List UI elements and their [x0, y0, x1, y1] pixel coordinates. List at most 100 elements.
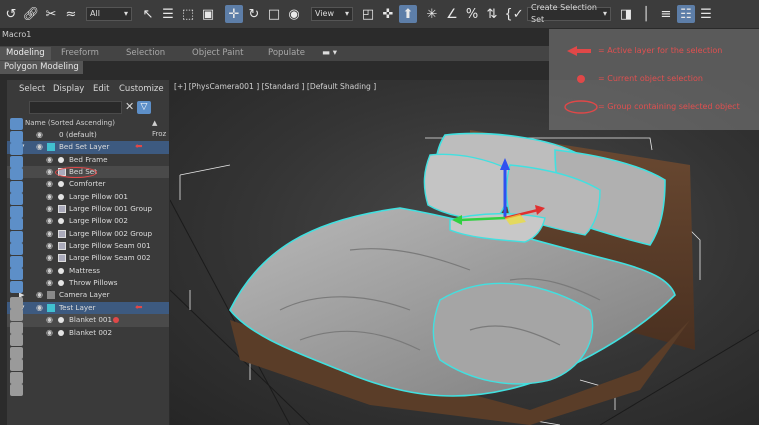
lock-icon[interactable] [10, 334, 23, 346]
menu-edit[interactable]: Edit [93, 84, 109, 94]
visibility-eye-icon[interactable]: ◉ [36, 289, 43, 301]
unlink-icon[interactable]: ✂ [42, 5, 60, 23]
visibility-eye-icon[interactable]: ◉ [46, 265, 53, 277]
name-column-header[interactable]: Name (Sorted Ascending) [25, 119, 115, 127]
sort-icon[interactable] [10, 309, 23, 321]
object-row[interactable]: ◉ Mattress [7, 265, 169, 277]
object-row[interactable]: ◉ Large Pillow 002 [7, 215, 169, 227]
perspective-viewport[interactable]: [+] [PhysCamera001 ] [Standard ] [Defaul… [170, 80, 759, 425]
display-groups-icon[interactable] [10, 193, 23, 205]
layer-row[interactable]: ▶ ◉ Camera Layer [7, 289, 169, 301]
select-object-icon[interactable]: ↖ [139, 5, 157, 23]
link-icon[interactable]: 🔗︎ [22, 5, 40, 23]
display-geometry-icon[interactable] [10, 118, 23, 130]
layer-manager-icon[interactable] [10, 321, 23, 334]
subtab-polygon-modeling[interactable]: Polygon Modeling [0, 61, 83, 74]
display-shapes-icon[interactable] [10, 130, 23, 143]
selection-filter-dropdown[interactable]: All ▾ [86, 7, 132, 21]
tab-object-paint[interactable]: Object Paint [192, 48, 243, 58]
menu-customize[interactable]: Customize [119, 84, 164, 94]
object-row[interactable]: ◉ Large Pillow Seam 002 [7, 252, 169, 264]
edit-named-sets-icon[interactable]: {✓ [504, 5, 523, 23]
object-row[interactable]: ◉ Throw Pillows [7, 277, 169, 289]
object-row[interactable]: ◉ Bed Set [7, 166, 169, 179]
display-xrefs-icon[interactable] [10, 205, 23, 218]
visibility-eye-icon[interactable]: ◉ [46, 228, 53, 240]
tab-populate[interactable]: Populate [268, 48, 305, 58]
layer-row[interactable]: ▼◉Test Layer⬅ [7, 301, 169, 315]
place-icon[interactable]: ◉ [285, 5, 303, 23]
visibility-eye-icon[interactable]: ◉ [46, 203, 53, 215]
percent-snap-icon[interactable]: % [463, 5, 481, 23]
ribbon-options-icon[interactable]: ▬ ▾ [322, 48, 337, 58]
display-all-icon[interactable] [10, 268, 23, 280]
settings-icon[interactable] [10, 384, 23, 396]
invert-icon[interactable] [10, 296, 23, 309]
rect-selection-icon[interactable]: ⬚ [179, 5, 197, 23]
tab-freeform[interactable]: Freeform [61, 48, 99, 58]
display-frozen-icon[interactable] [10, 243, 23, 255]
display-spacewarps-icon[interactable] [10, 180, 23, 193]
filter-icon[interactable] [10, 359, 23, 371]
object-row[interactable]: ◉ Large Pillow 001 [7, 191, 169, 203]
layer-row[interactable]: ◉ 0 (default) [7, 129, 169, 141]
clear-search-icon[interactable]: ✕ [125, 100, 134, 113]
object-row[interactable]: ◉ Blanket 001 [7, 314, 169, 327]
display-hidden-icon[interactable] [10, 255, 23, 268]
toggle-layer-explorer-icon[interactable]: ☷ [677, 5, 695, 23]
spinner-snap-icon[interactable]: ⇅ [483, 5, 501, 23]
object-row[interactable]: ◉ Large Pillow Seam 001 [7, 240, 169, 252]
visibility-eye-icon[interactable]: ◉ [46, 178, 53, 190]
visibility-eye-icon[interactable]: ◉ [46, 327, 53, 339]
move-icon[interactable]: ✛ [225, 5, 243, 23]
visibility-eye-icon[interactable]: ◉ [46, 314, 53, 326]
visibility-eye-icon[interactable]: ◉ [46, 277, 53, 289]
display-cameras-icon[interactable] [10, 155, 23, 168]
visibility-eye-icon[interactable]: ◉ [46, 166, 53, 178]
visibility-eye-icon[interactable]: ◉ [36, 302, 43, 314]
tab-selection[interactable]: Selection [126, 48, 165, 58]
object-row[interactable]: ◉ Large Pillow 002 Group [7, 228, 169, 240]
scale-icon[interactable]: □ [265, 5, 283, 23]
object-row[interactable]: ◉ Large Pillow 001 Group [7, 203, 169, 215]
object-row[interactable]: ◉ Bed Frame [7, 154, 169, 166]
menu-select[interactable]: Select [19, 84, 45, 94]
object-row[interactable]: ◉ Blanket 002 [7, 327, 169, 339]
bind-spacewarp-icon[interactable]: ≈ [62, 5, 80, 23]
visibility-eye-icon[interactable]: ◉ [46, 240, 53, 252]
angle-snap-icon[interactable]: ∠ [443, 5, 461, 23]
toggle-scene-explorer-icon[interactable]: ≡ [657, 5, 675, 23]
reference-coord-dropdown[interactable]: View ▾ [311, 7, 353, 21]
search-input[interactable] [29, 101, 122, 114]
display-containers-icon[interactable] [10, 230, 23, 243]
rotate-icon[interactable]: ↻ [245, 5, 263, 23]
display-bones-icon[interactable] [10, 218, 23, 230]
visibility-eye-icon[interactable]: ◉ [46, 154, 53, 166]
column-header[interactable]: Name (Sorted Ascending) ▲ Froz [25, 118, 169, 138]
visibility-eye-icon[interactable]: ◉ [36, 129, 43, 141]
select-by-name-icon[interactable]: ☰ [159, 5, 177, 23]
undo-icon[interactable]: ↺ [2, 5, 20, 23]
layer-row[interactable]: ▼◉Bed Set Layer⬅ [7, 141, 169, 154]
align-icon[interactable]: │ [637, 5, 655, 23]
find-icon[interactable] [10, 346, 23, 359]
object-row[interactable]: ◉ Comforter [7, 178, 169, 190]
display-none-icon[interactable] [10, 280, 23, 293]
pivot-icon[interactable]: ◰ [359, 5, 377, 23]
snaps-icon[interactable]: ✳ [423, 5, 441, 23]
window-crossing-icon[interactable]: ▣ [199, 5, 217, 23]
display-helpers-icon[interactable] [10, 168, 23, 180]
visibility-eye-icon[interactable]: ◉ [46, 191, 53, 203]
select-manipulate-icon[interactable]: ✜ [379, 5, 397, 23]
mirror-icon[interactable]: ◨ [617, 5, 635, 23]
keyboard-shortcut-icon[interactable]: ⬆ [399, 5, 417, 23]
visibility-eye-icon[interactable]: ◉ [36, 141, 43, 153]
display-lights-icon[interactable] [10, 143, 23, 155]
menu-display[interactable]: Display [53, 84, 84, 94]
filter-icon[interactable]: ▽ [137, 101, 151, 114]
list-icon[interactable]: ☰ [697, 5, 715, 23]
options-icon[interactable] [10, 371, 23, 384]
visibility-eye-icon[interactable]: ◉ [46, 252, 53, 264]
visibility-eye-icon[interactable]: ◉ [46, 215, 53, 227]
named-selection-dropdown[interactable]: Create Selection Set ▾ [527, 3, 611, 24]
